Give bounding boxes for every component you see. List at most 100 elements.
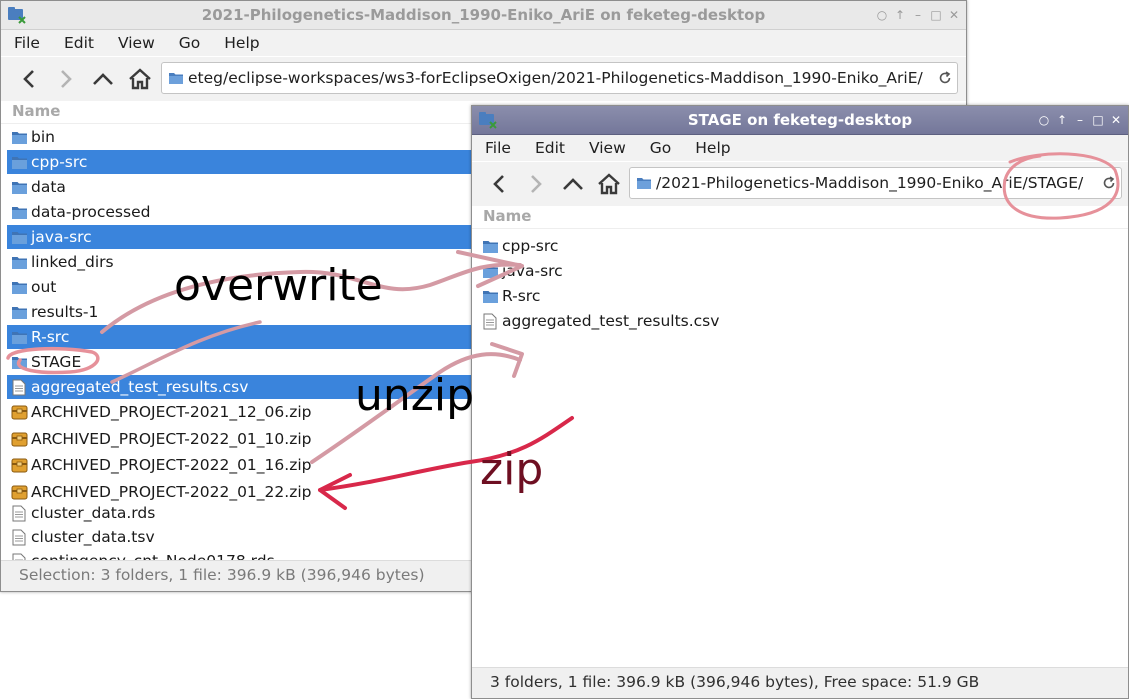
list-item-name: out [31,278,57,296]
arrow-left-icon [23,70,34,88]
folder-icon [11,331,27,344]
maximize-icon[interactable]: □ [1092,106,1104,134]
list-item-name: cpp-src [502,237,559,255]
list-item-name: ARCHIVED_PROJECT-2021_12_06.zip [31,403,312,421]
folder-icon [482,290,498,303]
list-item-name: STAGE [31,353,82,371]
folder-icon [11,256,27,269]
list-item-icon [7,484,31,500]
list-item-icon [7,355,31,370]
back-titlebar[interactable]: 2021-Philogenetics-Maddison_1990-Eniko_A… [1,1,966,30]
pin-icon[interactable]: ↑ [894,1,906,29]
front-status-text: 3 folders, 1 file: 396.9 kB (396,946 byt… [490,673,980,691]
list-item[interactable]: R-src [478,284,1128,308]
list-item-icon [7,155,31,170]
up-button[interactable] [88,64,118,94]
arrow-up-icon [93,73,113,85]
list-item-name: java-src [502,262,563,280]
unzip-label: unzip [355,370,475,421]
menu-help[interactable]: Help [211,34,270,52]
list-item-icon [7,330,31,345]
arrow-right-icon [61,70,72,88]
reload-icon[interactable] [1102,176,1116,190]
list-item-name: aggregated_test_results.csv [31,378,249,396]
column-name-label: Name [12,102,61,120]
front-address-text: /2021-Philogenetics-Maddison_1990-Eniko_… [656,174,1084,192]
list-item-name: aggregated_test_results.csv [502,312,720,330]
menu-view[interactable]: View [576,139,637,157]
menu-file[interactable]: File [1,34,51,52]
menu-help[interactable]: Help [682,139,741,157]
back-address-bar[interactable]: eteg/eclipse-workspaces/ws3-forEclipseOx… [161,62,958,94]
archive-icon [11,485,27,500]
maximize-icon[interactable]: □ [930,1,942,29]
list-item-icon [7,457,31,473]
list-item-icon [7,431,31,447]
forward-button[interactable] [51,64,81,94]
back-button[interactable] [484,169,514,199]
close-icon[interactable]: ✕ [948,1,960,29]
menu-view[interactable]: View [105,34,166,52]
list-item[interactable]: java-src [478,259,1128,283]
back-status-text: Selection: 3 folders, 1 file: 396.9 kB (… [19,566,425,584]
list-item-name: ARCHIVED_PROJECT-2022_01_10.zip [31,430,312,448]
back-button[interactable] [14,64,44,94]
archive-icon [11,458,27,473]
pin-icon[interactable]: ↑ [1056,106,1068,134]
front-window-title: STAGE on feketeg-desktop [687,111,913,129]
list-item-icon [7,130,31,145]
list-item[interactable]: cpp-src [478,234,1128,258]
menu-go[interactable]: Go [166,34,212,52]
home-button[interactable] [125,64,155,94]
close-icon[interactable]: ✕ [1110,106,1122,134]
document-icon [12,505,26,521]
minimize-icon[interactable]: – [912,1,924,29]
front-address-bar[interactable]: /2021-Philogenetics-Maddison_1990-Eniko_… [629,167,1122,199]
list-item-name: R-src [31,328,70,346]
list-item-icon [7,305,31,320]
list-item-icon [7,404,31,420]
list-item-name: ARCHIVED_PROJECT-2022_01_16.zip [31,456,312,474]
list-item-icon [7,280,31,295]
list-item[interactable]: aggregated_test_results.csv [478,309,1128,333]
minimize-icon[interactable]: – [1074,106,1086,134]
back-address-text: eteg/eclipse-workspaces/ws3-forEclipseOx… [188,69,923,87]
folder-icon [482,265,498,278]
folder-icon [11,281,27,294]
home-button[interactable] [594,169,624,199]
arrow-right-icon [531,175,542,193]
folder-icon [169,73,183,84]
front-titlebar[interactable]: STAGE on feketeg-desktop ○ ↑ – □ ✕ [472,106,1128,135]
menu-edit[interactable]: Edit [522,139,576,157]
column-name-label: Name [483,207,532,225]
menu-edit[interactable]: Edit [51,34,105,52]
archive-icon [11,405,27,420]
folder-icon [11,156,27,169]
list-item-icon [7,255,31,270]
back-window-controls: ○ ↑ – □ ✕ [876,1,960,29]
list-item-icon [7,505,31,522]
document-icon [12,379,26,395]
menu-go[interactable]: Go [637,139,683,157]
list-item-icon [478,264,502,279]
list-item-name: java-src [31,228,92,246]
list-item-name: results-1 [31,303,99,321]
menu-dot-icon[interactable]: ○ [1038,106,1050,134]
front-column-header[interactable]: Name [472,206,1128,229]
list-item-name: data-processed [31,203,151,221]
folder-icon [637,178,651,189]
list-item-icon [478,289,502,304]
menu-dot-icon[interactable]: ○ [876,1,888,29]
list-item-icon [478,239,502,254]
list-item-name: bin [31,128,55,146]
reload-icon[interactable] [938,71,952,85]
forward-button[interactable] [521,169,551,199]
folder-icon [11,356,27,369]
back-menubar: File Edit View Go Help [1,30,966,56]
list-item-name: linked_dirs [31,253,114,271]
front-menubar: File Edit View Go Help [472,135,1128,161]
folder-icon [11,206,27,219]
up-button[interactable] [558,169,588,199]
folder-icon [11,131,27,144]
menu-file[interactable]: File [472,139,522,157]
